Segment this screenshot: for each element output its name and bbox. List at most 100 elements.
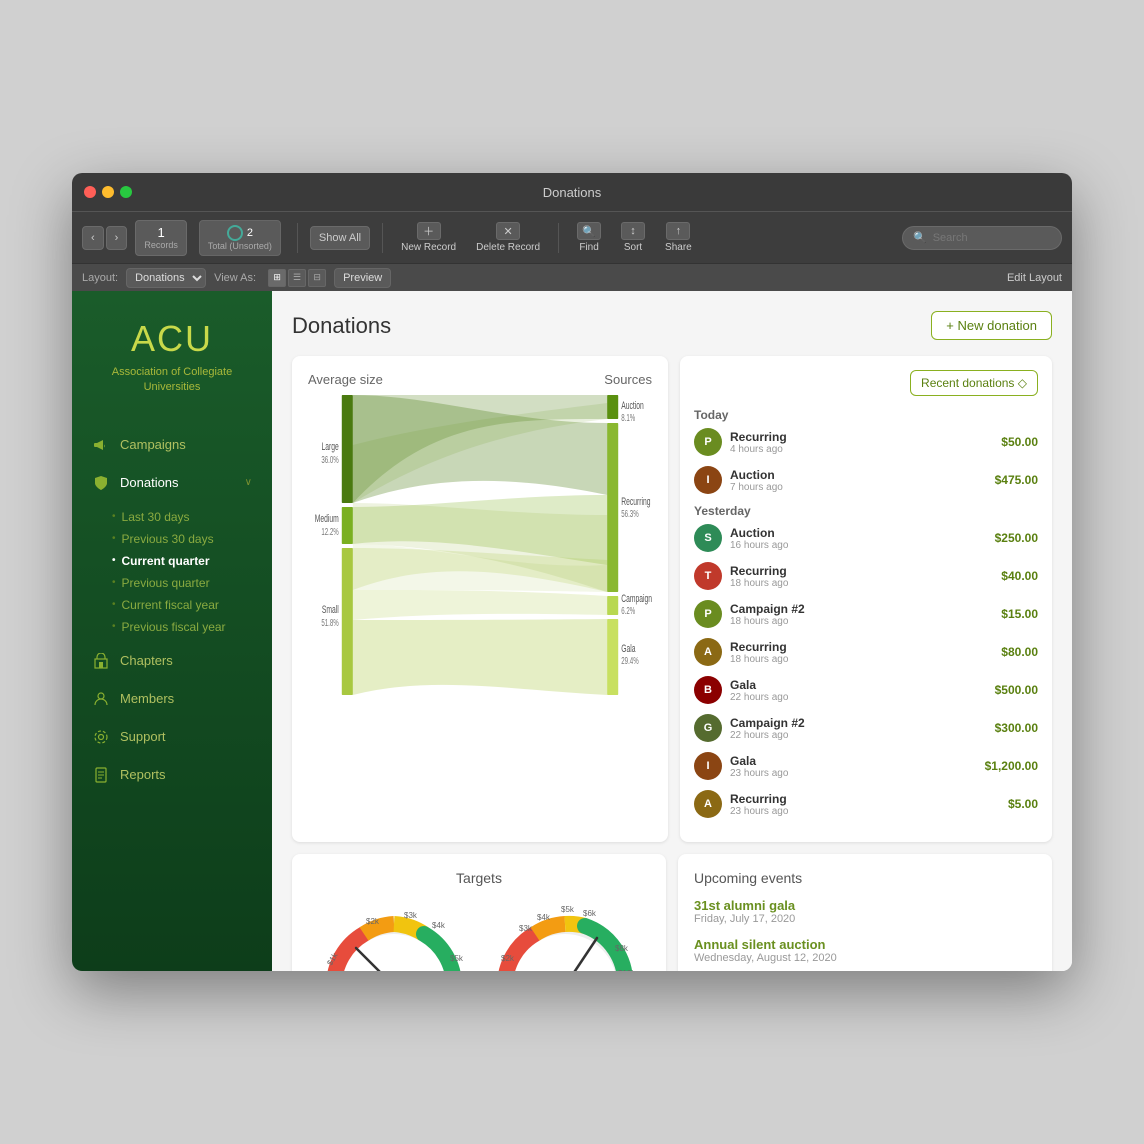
sidebar-item-campaigns[interactable]: Campaigns [72, 426, 272, 464]
event-date: Friday, July 17, 2020 [694, 913, 1036, 925]
targets-card: Targets [292, 854, 666, 971]
sidebar-logo: ACU Association of CollegiateUniversitie… [72, 311, 272, 416]
recent-header: Recent donations ◇ [694, 370, 1038, 396]
recent-dropdown-button[interactable]: Recent donations ◇ [910, 370, 1038, 396]
new-donation-button[interactable]: + New donation [931, 311, 1052, 340]
page-content: Donations + New donation Average size So… [272, 291, 1072, 971]
donation-amount: $300.00 [995, 721, 1038, 735]
svg-text:8.1%: 8.1% [621, 411, 635, 423]
donation-row: P Recurring 4 hours ago $50.00 [694, 428, 1038, 456]
separator-3 [558, 223, 559, 253]
submenu-current-fiscal[interactable]: Current fiscal year [112, 594, 272, 616]
sources-label: Sources [604, 372, 652, 387]
targets-title: Targets [308, 870, 650, 886]
sankey-svg: Large 36.0% Medium 12.2% Small 51.8% Auc… [308, 395, 652, 695]
sort-action[interactable]: ↕ Sort [615, 222, 651, 253]
view-as-label: View As: [214, 272, 256, 284]
view-grid-icon[interactable]: ⊞ [268, 269, 286, 287]
submenu-label: Current quarter [122, 554, 210, 568]
svg-text:$6k: $6k [583, 909, 597, 918]
view-list-icon[interactable]: ☰ [288, 269, 306, 287]
donation-row: S Auction 16 hours ago $250.00 [694, 524, 1038, 552]
forward-button[interactable]: › [106, 226, 128, 250]
edit-layout-button[interactable]: Edit Layout [1007, 272, 1062, 284]
event-name[interactable]: 31st alumni gala [694, 898, 1036, 913]
donation-info: Gala 22 hours ago [730, 678, 987, 703]
submenu-current-quarter[interactable]: Current quarter [112, 550, 272, 572]
delete-record-icon: ✕ [496, 222, 520, 240]
preview-button[interactable]: Preview [334, 268, 391, 288]
window-title: Donations [543, 185, 602, 200]
new-record-label: New Record [401, 242, 456, 253]
donation-amount: $80.00 [1001, 645, 1038, 659]
svg-text:12.2%: 12.2% [321, 525, 339, 537]
shield-icon [92, 474, 110, 492]
close-btn[interactable] [84, 186, 96, 198]
reports-label: Reports [120, 767, 166, 782]
titlebar: Donations [72, 173, 1072, 211]
event-date: Wednesday, August 12, 2020 [694, 952, 1036, 964]
back-button[interactable]: ‹ [82, 226, 104, 250]
share-action[interactable]: ↑ Share [659, 222, 698, 253]
view-icons: ⊞ ☰ ⊟ [268, 269, 326, 287]
donation-time: 22 hours ago [730, 692, 987, 703]
today-label: Today [694, 408, 1038, 422]
submenu-last30[interactable]: Last 30 days [112, 506, 272, 528]
submenu-prev-fiscal[interactable]: Previous fiscal year [112, 616, 272, 638]
search-box[interactable]: 🔍 Search [902, 226, 1062, 250]
page-title: Donations [292, 313, 391, 339]
svg-text:$4k: $4k [537, 913, 551, 922]
donation-type: Campaign #2 [730, 716, 987, 730]
charts-row: Average size Sources [292, 356, 1052, 842]
search-icon: 🔍 [913, 231, 927, 244]
svg-text:$2k: $2k [501, 954, 515, 963]
gauges-row: $0 $1k $2k $3k $4k $5k [308, 896, 650, 971]
fullscreen-btn[interactable] [120, 186, 132, 198]
doc-icon [92, 766, 110, 784]
event-name[interactable]: Annual silent auction [694, 937, 1036, 952]
donation-time: 16 hours ago [730, 540, 987, 551]
avatar: A [694, 790, 722, 818]
donation-info: Campaign #2 22 hours ago [730, 716, 987, 741]
sidebar-nav: Campaigns Donations ∨ [72, 416, 272, 804]
show-all-button[interactable]: Show All [310, 226, 370, 250]
sidebar-item-reports[interactable]: Reports [72, 756, 272, 794]
delete-record-action[interactable]: ✕ Delete Record [470, 222, 546, 253]
avatar: P [694, 600, 722, 628]
chevron-icon: ∨ [245, 477, 252, 488]
find-action[interactable]: 🔍 Find [571, 222, 607, 253]
sort-icon: ↕ [621, 222, 645, 240]
svg-text:$10k: $10k [618, 969, 636, 971]
layout-select[interactable]: Donations [126, 268, 206, 288]
submenu-label: Previous quarter [122, 576, 210, 590]
svg-text:Small: Small [322, 603, 339, 615]
donation-info: Campaign #2 18 hours ago [730, 602, 993, 627]
donation-amount: $1,200.00 [985, 759, 1038, 773]
sidebar-item-support[interactable]: Support [72, 718, 272, 756]
megaphone-icon [92, 436, 110, 454]
submenu-prev-quarter[interactable]: Previous quarter [112, 572, 272, 594]
donation-row: P Campaign #2 18 hours ago $15.00 [694, 600, 1038, 628]
nav-buttons: ‹ › [82, 226, 127, 250]
donation-amount: $40.00 [1001, 569, 1038, 583]
submenu-prev30[interactable]: Previous 30 days [112, 528, 272, 550]
record-counter: 1 Records [135, 220, 187, 256]
donation-amount: $250.00 [995, 531, 1038, 545]
sidebar-item-donations[interactable]: Donations ∨ [72, 464, 272, 502]
minimize-btn[interactable] [102, 186, 114, 198]
sidebar-item-members[interactable]: Members [72, 680, 272, 718]
record-number: 1 [157, 225, 164, 240]
donation-amount: $475.00 [995, 473, 1038, 487]
event-item: Annual silent auction Wednesday, August … [694, 937, 1036, 964]
gear-icon [92, 728, 110, 746]
donation-info: Recurring 18 hours ago [730, 640, 993, 665]
svg-text:$2k: $2k [366, 917, 380, 926]
sidebar-item-chapters[interactable]: Chapters [72, 642, 272, 680]
view-table-icon[interactable]: ⊟ [308, 269, 326, 287]
sort-label: Sort [624, 242, 642, 253]
chapters-label: Chapters [120, 653, 173, 668]
gauge-svg-2: $0 $4k $5k $6k $8k $10k $2k $3k [485, 896, 645, 971]
new-record-action[interactable]: ＋ New Record [395, 222, 462, 253]
page-header: Donations + New donation [292, 311, 1052, 340]
donation-row: A Recurring 23 hours ago $5.00 [694, 790, 1038, 818]
